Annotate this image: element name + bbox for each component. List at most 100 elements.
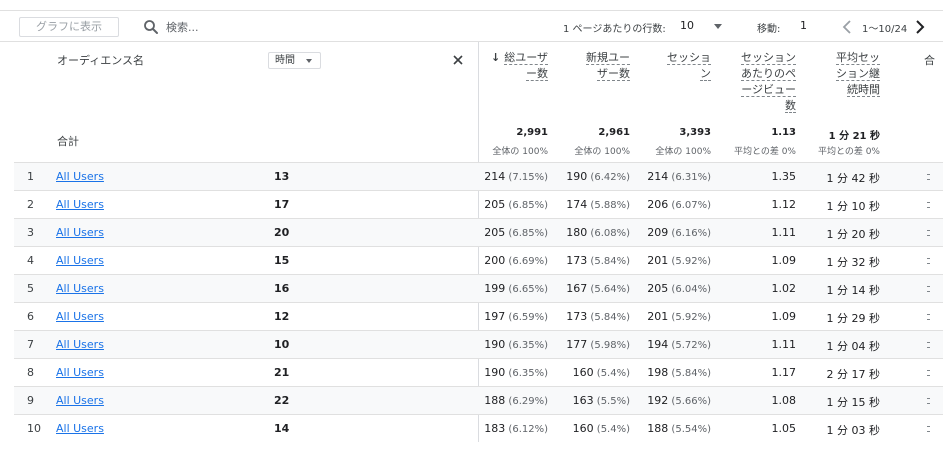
metric-header-5[interactable]: 平均セッ ション継 続時間 — [800, 50, 880, 98]
metric-value: 1 分 04 秒 — [826, 340, 881, 353]
goto-page-input[interactable]: 1 — [800, 19, 807, 32]
search-icon — [144, 20, 158, 34]
audience-link[interactable]: All Users — [56, 310, 104, 323]
truncated-column-marker — [927, 342, 930, 348]
truncated-column-marker — [927, 426, 930, 432]
metric-value: 201 — [647, 310, 669, 323]
total-subtext: 全体の 100% — [492, 147, 548, 157]
metric-value: 188 — [647, 422, 669, 435]
chevron-left-icon[interactable] — [840, 18, 854, 36]
search-input[interactable] — [166, 17, 446, 37]
table-toolbar: グラフに表示 1 ページあたりの行数: 10 移動: 1 1〜10/24 — [0, 10, 943, 42]
secondary-dimension-select[interactable]: 時間 — [268, 52, 321, 69]
pagination-range: 1〜10/24 — [862, 24, 908, 35]
metric-value: 198 — [647, 366, 669, 379]
metric-header-text: ージビュー — [741, 83, 796, 97]
caret-down-icon — [306, 59, 312, 63]
metric-value: 183 — [484, 422, 506, 435]
hour-value: 16 — [274, 282, 290, 295]
audience-link[interactable]: All Users — [56, 198, 104, 211]
metric-value: 214 — [647, 170, 669, 183]
metric-header-text: ザー数 — [597, 67, 630, 81]
row-index: 4 — [27, 254, 34, 267]
metric-header-text: ション継 — [836, 67, 880, 81]
truncated-column-marker — [927, 258, 930, 264]
plot-rows-button[interactable]: グラフに表示 — [19, 17, 119, 37]
metric-value: 173 — [566, 254, 588, 267]
metric-value: 1 分 14 秒 — [826, 284, 881, 297]
total-subtext: 平均との差 0% — [817, 147, 880, 157]
metric-value: 209 — [647, 226, 669, 239]
metric-header-text: ー数 — [526, 67, 548, 81]
metric-value: 1 分 10 秒 — [826, 200, 881, 213]
total-subtext: 平均との差 0% — [733, 147, 796, 157]
audience-link[interactable]: All Users — [56, 254, 104, 267]
table-row: 7 All Users 10 190 (6.35%) 177 (5.98%) 194 (5… — [14, 330, 943, 358]
hour-value: 21 — [274, 366, 290, 379]
truncated-column-marker — [927, 230, 930, 236]
dimension-header[interactable]: オーディエンス名 — [57, 52, 144, 68]
metric-value: 2 分 17 秒 — [826, 368, 881, 381]
hour-value: 20 — [274, 226, 290, 239]
audience-link[interactable]: All Users — [56, 366, 104, 379]
total-value: 1 分 21 秒 — [828, 131, 880, 142]
hour-value: 14 — [274, 422, 290, 435]
table-row: 5 All Users 16 199 (6.65%) 167 (5.64%) 205 (6… — [14, 274, 943, 302]
metric-header-2[interactable]: 新規ユー ザー数 — [550, 50, 630, 82]
table-row: 1 All Users 13 214 (7.15%) 190 (6.42%) 214 (6… — [14, 162, 943, 190]
audience-link[interactable]: All Users — [56, 170, 104, 183]
metric-value: 167 — [566, 282, 588, 295]
avg-duration-cell: 1 分 32 秒 — [770, 254, 881, 270]
metric-header-text: 続時間 — [847, 83, 880, 97]
truncated-column-marker — [927, 370, 930, 376]
total-value: 1.13 — [771, 127, 796, 138]
table-row: 6 All Users 12 197 (6.59%) 173 (5.84%) 201 (5… — [14, 302, 943, 330]
close-icon[interactable] — [452, 54, 464, 66]
metric-value: 205 — [647, 282, 669, 295]
audience-link[interactable]: All Users — [56, 282, 104, 295]
avg-duration-cell: 1 分 14 秒 — [770, 282, 881, 298]
rows-per-page-select[interactable]: 10 — [680, 19, 694, 32]
total-value: 2,961 — [598, 127, 630, 138]
total-value: 3,393 — [679, 127, 711, 138]
total-value: 2,991 — [516, 127, 548, 138]
total-subtext: 全体の 100% — [574, 147, 630, 157]
metric-value: 199 — [484, 282, 506, 295]
truncated-column-marker — [927, 286, 930, 292]
hour-value: 12 — [274, 310, 290, 323]
metric-value: 1 分 32 秒 — [826, 256, 881, 269]
metric-header-text: セッション — [741, 51, 796, 65]
metric-value: 177 — [566, 338, 588, 351]
metric-header-3[interactable]: セッション — [631, 50, 711, 82]
metric-value: 1 分 42 秒 — [826, 172, 881, 185]
chevron-right-icon[interactable] — [913, 18, 927, 36]
metric-value: 180 — [566, 226, 588, 239]
metric-value: 1 分 03 秒 — [826, 424, 881, 437]
truncated-column-marker — [927, 202, 930, 208]
metric-value: 160 — [572, 422, 594, 435]
metric-value: 173 — [566, 310, 588, 323]
metric-value: 206 — [647, 198, 669, 211]
row-index: 3 — [27, 226, 34, 239]
metric-value: 214 — [484, 170, 506, 183]
metric-header-1[interactable]: ↓ 総ユーザ ー数 — [468, 50, 548, 82]
metric-value: 194 — [647, 338, 669, 351]
rows-per-page-label: 1 ページあたりの行数: — [563, 24, 666, 35]
avg-duration-cell: 1 分 03 秒 — [770, 422, 881, 438]
metric-header-4[interactable]: セッション あたりのペ ージビュー数 — [711, 50, 796, 114]
metric-value: 163 — [572, 394, 594, 407]
audience-link[interactable]: All Users — [56, 226, 104, 239]
row-index: 8 — [27, 366, 34, 379]
metric-header-text: あたりのペ — [741, 67, 796, 81]
metric-value: 190 — [484, 366, 506, 379]
total-subtext: 全体の 100% — [655, 147, 711, 157]
caret-down-icon[interactable] — [714, 24, 722, 29]
metric-value: 205 — [484, 226, 506, 239]
table-row: 8 All Users 21 190 (6.35%) 160 (5.4%) 198 (5.… — [14, 358, 943, 386]
metric-value: 174 — [566, 198, 588, 211]
metric-value: 190 — [566, 170, 588, 183]
audience-link[interactable]: All Users — [56, 422, 104, 435]
table-row: 2 All Users 17 205 (6.85%) 174 (5.88%) 206 (6… — [14, 190, 943, 218]
audience-link[interactable]: All Users — [56, 394, 104, 407]
audience-link[interactable]: All Users — [56, 338, 104, 351]
